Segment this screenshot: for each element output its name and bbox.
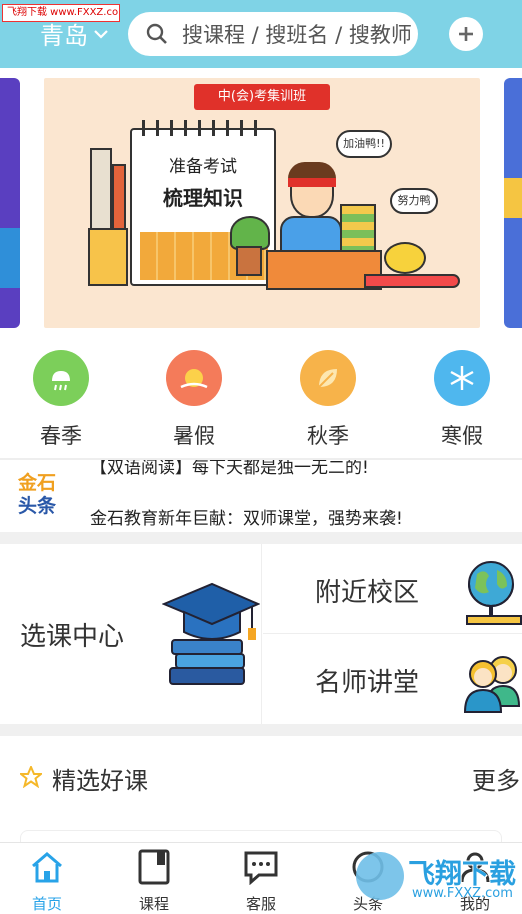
winter-icon [434, 350, 490, 406]
banner-prev-card[interactable] [0, 78, 20, 328]
speech-bubble-2: 努力鸭 [390, 188, 438, 214]
watermark-bottom: 飞翔下载 www.FXXZ.com [350, 846, 522, 908]
illustration-plant-leaves [230, 216, 270, 250]
nearby-campus-entry[interactable]: 附近校区 [263, 544, 522, 634]
chat-icon [241, 847, 281, 887]
season-label: 寒假 [441, 424, 483, 448]
chevron-down-icon [94, 29, 108, 39]
season-label: 暑假 [173, 424, 215, 448]
illustration-books [340, 204, 376, 252]
logo-line1: 金石 [18, 472, 57, 494]
season-autumn[interactable]: 秋季 [288, 350, 368, 456]
entry-grid: 选课中心 附近校区 名师讲堂 [0, 544, 522, 724]
section-gap [0, 724, 522, 736]
famous-teacher-title: 名师讲堂 [315, 668, 420, 698]
search-placeholder: 搜课程 / 搜班名 / 搜教师 [182, 23, 412, 47]
headline-item[interactable]: 【双语阅读】每下天都是独一无二的! [90, 460, 369, 478]
banner-slide[interactable]: 中(会)考集训班 准备考试 梳理知识 加油鸭!! 努力鸭 [44, 78, 480, 328]
book-icon [134, 847, 174, 887]
season-winter[interactable]: 寒假 [422, 350, 502, 456]
tab-home[interactable]: 首页 [12, 847, 82, 913]
summer-icon [166, 350, 222, 406]
tab-label: 课程 [138, 895, 169, 913]
season-nav: 春季 暑假 秋季 寒假 [0, 340, 522, 458]
season-label: 春季 [40, 424, 82, 448]
illustration-tower [90, 148, 112, 232]
search-icon [146, 23, 167, 44]
add-button[interactable] [449, 17, 483, 51]
banner-tag: 中(会)考集训班 [194, 84, 330, 110]
course-center-title: 选课中心 [20, 622, 125, 652]
tab-service[interactable]: 客服 [226, 847, 296, 913]
banner-next-card[interactable] [504, 78, 522, 328]
course-center-entry[interactable]: 选课中心 [0, 544, 262, 724]
globe-icon [466, 561, 522, 625]
illustration-pencil [364, 274, 460, 288]
illustration-plant-pot [236, 246, 262, 276]
calendar-line1: 准备考试 [169, 157, 237, 177]
featured-title: 精选好课 [52, 767, 148, 795]
headline-item[interactable]: 金石教育新年巨献：双师课堂，强势来袭! [90, 504, 403, 529]
calendar-line2: 梳理知识 [163, 186, 243, 210]
logo-line2: 头条 [18, 495, 57, 517]
home-icon [27, 847, 67, 887]
tab-label: 首页 [31, 895, 62, 913]
season-label: 秋季 [307, 424, 349, 448]
autumn-icon [300, 350, 356, 406]
teachers-icon [463, 656, 521, 713]
season-spring[interactable]: 春季 [21, 350, 101, 456]
illustration-duck [384, 242, 426, 274]
plus-icon [459, 27, 473, 41]
section-gap [0, 532, 522, 544]
watermark-url: www.FXXZ.com [412, 886, 513, 901]
season-summer[interactable]: 暑假 [154, 350, 234, 456]
headline-ticker[interactable]: 金石 头条 【双语阅读】每下天都是独一无二的! 金石教育新年巨献：双师课堂，强势… [0, 460, 522, 532]
illustration-boy-body [280, 216, 342, 252]
speech-bubble-1: 加油鸭!! [336, 130, 392, 158]
nearby-campus-title: 附近校区 [315, 578, 420, 608]
star-icon [20, 766, 42, 788]
calendar-rings [142, 120, 268, 136]
spring-icon [33, 350, 89, 406]
city-selector[interactable]: 青岛 [40, 16, 110, 51]
tab-label: 客服 [245, 895, 276, 913]
graduation-cap-icon [162, 582, 260, 685]
watermark-logo-icon [356, 852, 404, 900]
headline-logo: 金石 头条 [18, 472, 68, 522]
more-link[interactable]: 更多 [472, 761, 520, 796]
famous-teacher-entry[interactable]: 名师讲堂 [263, 634, 522, 724]
tab-course[interactable]: 课程 [119, 847, 189, 913]
city-name: 青岛 [40, 22, 88, 50]
illustration-ruler [112, 164, 126, 234]
illustration-pillar [88, 228, 128, 286]
illustration-headband [288, 178, 336, 187]
search-input[interactable]: 搜课程 / 搜班名 / 搜教师 [128, 12, 418, 56]
featured-courses-section: 精选好课 更多 [0, 736, 522, 850]
